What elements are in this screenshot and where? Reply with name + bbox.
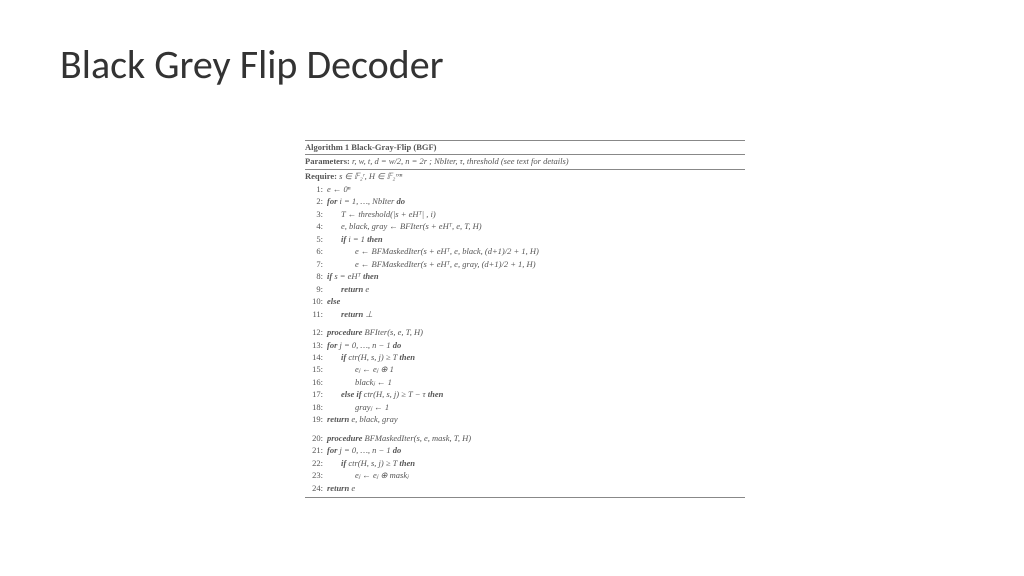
algorithm-block: Algorithm 1 Black-Gray-Flip (BGF) Parame… [305,140,745,498]
algorithm-line: 9:return e [305,283,745,295]
algorithm-line: 2:for i = 1, …, NbIter do [305,196,745,208]
algorithm-line: 23:eⱼ ← eⱼ ⊕ maskⱼ [305,470,745,482]
algorithm-line: 8:if s = eHᵀ then [305,271,745,283]
slide-title: Black Grey Flip Decoder [60,40,444,89]
algorithm-line: 22:if ctr(H, s, j) ≥ T then [305,457,745,469]
algorithm-line: 1:e ← 0ⁿ [305,183,745,195]
algorithm-body: 1:e ← 0ⁿ2:for i = 1, …, NbIter do3:T ← t… [305,183,745,320]
procedure-bfmaskediter: 20:procedure BFMaskedIter(s, e, mask, T,… [305,432,745,494]
algorithm-line: 11:return ⊥ [305,308,745,320]
algorithm-line: 7:e ← BFMaskedIter(s + eHᵀ, e, gray, (d+… [305,258,745,270]
algorithm-line: 15:eⱼ ← eⱼ ⊕ 1 [305,364,745,376]
algorithm-line: 13:for j = 0, …, n − 1 do [305,339,745,351]
algorithm-line: 20:procedure BFMaskedIter(s, e, mask, T,… [305,432,745,444]
algorithm-line: 16:blackⱼ ← 1 [305,376,745,388]
algorithm-line: 14:if ctr(H, s, j) ≥ T then [305,352,745,364]
algorithm-line: 18:grayⱼ ← 1 [305,401,745,413]
algorithm-require: Require: s ∈ 𝔽₂ʳ, H ∈ 𝔽₂ʳˣⁿ [305,170,745,183]
algorithm-line: 3:T ← threshold(|s + eHᵀ| , i) [305,208,745,220]
algorithm-line: 12:procedure BFIter(s, e, T, H) [305,327,745,339]
algorithm-line: 19:return e, black, gray [305,414,745,426]
algorithm-parameters: Parameters: r, w, t, d = w/2, n = 2r ; N… [305,155,745,169]
algorithm-line: 6:e ← BFMaskedIter(s + eHᵀ, e, black, (d… [305,246,745,258]
algorithm-line: 24:return e [305,482,745,494]
algorithm-line: 17:else if ctr(H, s, j) ≥ T − τ then [305,389,745,401]
algorithm-header: Algorithm 1 Black-Gray-Flip (BGF) [305,141,745,155]
procedure-bfiter: 12:procedure BFIter(s, e, T, H)13:for j … [305,327,745,427]
algorithm-line: 10:else [305,296,745,308]
algorithm-line: 5:if i = 1 then [305,233,745,245]
algorithm-line: 4:e, black, gray ← BFIter(s + eHᵀ, e, T,… [305,221,745,233]
algorithm-line: 21:for j = 0, …, n − 1 do [305,445,745,457]
